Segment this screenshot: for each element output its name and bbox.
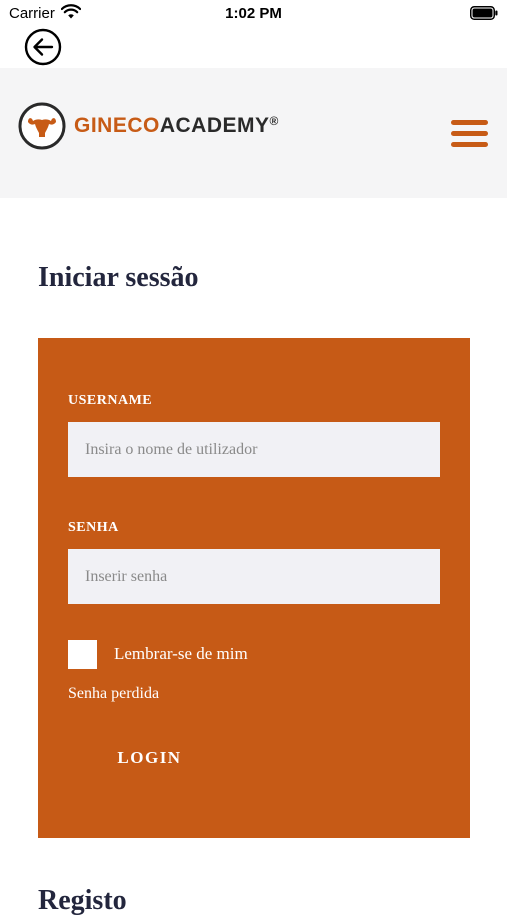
password-label: SENHA: [68, 520, 119, 535]
register-heading: Registo: [38, 885, 127, 916]
brand-name: GINECOACADEMY®: [74, 114, 279, 138]
back-arrow-icon[interactable]: [24, 28, 62, 66]
logo[interactable]: GINECOACADEMY®: [18, 102, 279, 150]
login-button[interactable]: LOGIN: [68, 738, 231, 778]
app-header: GINECOACADEMY®: [0, 68, 507, 198]
login-form: USERNAME SENHA Lembrar-se de mim Senha p…: [38, 338, 470, 838]
page-title: Iniciar sessão: [38, 262, 199, 293]
lost-password-link[interactable]: Senha perdida: [68, 685, 159, 703]
remember-me-label[interactable]: Lembrar-se de mim: [114, 644, 248, 664]
brand-part2: ACADEMY: [159, 114, 270, 137]
uterus-icon: [18, 102, 66, 150]
username-input[interactable]: [68, 422, 440, 477]
username-label: USERNAME: [68, 393, 153, 408]
registered-mark: ®: [269, 114, 279, 128]
battery-icon: [470, 6, 498, 20]
remember-me-checkbox[interactable]: [68, 640, 97, 669]
brand-part1: GINECO: [74, 114, 160, 137]
clock: 1:02 PM: [225, 5, 282, 22]
status-bar: Carrier 1:02 PM: [0, 0, 507, 28]
password-input[interactable]: [68, 549, 440, 604]
hamburger-menu-icon[interactable]: [451, 118, 489, 150]
